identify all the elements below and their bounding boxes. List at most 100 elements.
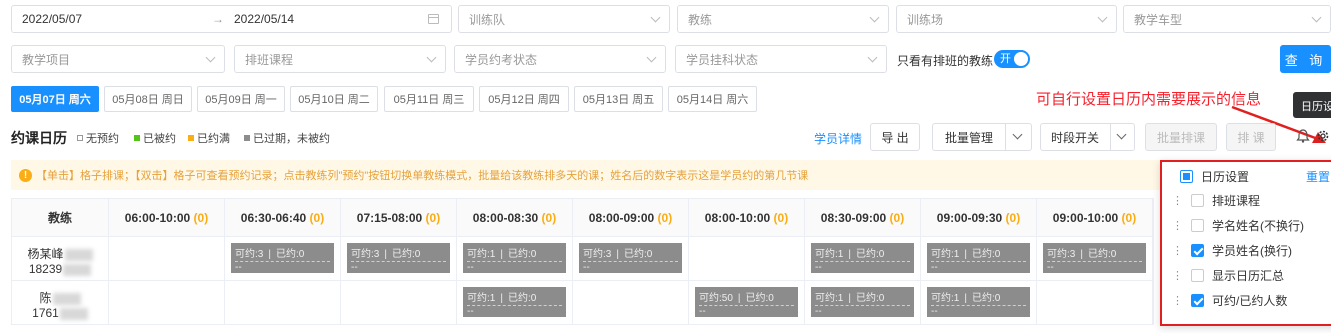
vehicle-type-select[interactable]: 教学车型 <box>1123 5 1331 33</box>
slot-block[interactable]: 可约:1 | 已约:0 -- <box>927 243 1030 273</box>
day-tab[interactable]: 05月11日 周三 <box>384 86 474 112</box>
schedule-cell[interactable] <box>1036 280 1153 325</box>
setting-checkbox[interactable] <box>1191 293 1204 307</box>
day-tab[interactable]: 05月13日 周五 <box>574 86 663 112</box>
bell-icon[interactable] <box>1296 129 1310 143</box>
schedule-cell[interactable]: 可约:1 | 已约:0 -- <box>804 280 921 325</box>
schedule-cell[interactable] <box>688 236 805 281</box>
batch-schedule-button[interactable]: 批量排课 <box>1145 123 1217 151</box>
coach-name: 杨某峰 <box>12 245 108 262</box>
day-tab[interactable]: 05月14日 周六 <box>668 86 757 112</box>
slot-booked: 已约:0 <box>855 249 885 260</box>
date-range-picker[interactable]: 2022/05/07 → 2022/05/14 <box>11 5 452 33</box>
setting-checkbox[interactable] <box>1191 268 1204 282</box>
slot-block[interactable]: 可约:3 | 已约:0 -- <box>579 243 682 273</box>
schedule-cell[interactable]: 可约:3 | 已约:0 -- <box>340 236 457 281</box>
slot-extra: -- <box>351 262 358 273</box>
schedule-cell[interactable]: 可约:1 | 已约:0 -- <box>920 236 1037 281</box>
time-count: (0) <box>541 210 557 225</box>
slot-block[interactable]: 可约:3 | 已约:0 -- <box>1043 243 1146 273</box>
schedule-cell[interactable] <box>572 280 689 325</box>
slot-available: 可约:3 <box>1047 249 1076 260</box>
time-column-header <box>1152 198 1154 237</box>
coach-cell[interactable]: 陈 1761 <box>11 280 109 325</box>
schedule-cell[interactable]: 可约:1 | 已约:0 -- <box>804 236 921 281</box>
schedule-cell[interactable]: 可约:3 | 已约:0 -- <box>572 236 689 281</box>
schedule-cell[interactable]: 可约:50 | 已约:0 -- <box>688 280 805 325</box>
exam-status-select[interactable]: 学员约考状态 <box>454 45 666 73</box>
teaching-item-select[interactable]: 教学项目 <box>11 45 225 73</box>
time-label: 08:00-09:00 <box>588 210 655 225</box>
setting-label: 排班课程 <box>1212 193 1261 208</box>
schedule-cell[interactable]: 可约:1 | 已约:0 -- <box>456 236 573 281</box>
enroll-status-select[interactable]: 学员挂科状态 <box>675 45 887 73</box>
day-tab[interactable]: 05月12日 周四 <box>479 86 569 112</box>
calendar-settings-popover: 日历设置 重置 ⋮ 排班课程 ⋮ 学名姓名(不换行) ⋮ 学员姓名(换行) ⋮ 显示日历汇总 ⋮… <box>1160 160 1331 326</box>
coach-select[interactable]: 教练 <box>677 5 889 33</box>
training-ground-select[interactable]: 训练场 <box>896 5 1117 33</box>
slot-block[interactable]: 可约:3 | 已约:0 -- <box>347 243 450 273</box>
time-column-header: 09:00-10:00 (0) <box>1036 198 1153 237</box>
select-all-checkbox[interactable] <box>1180 169 1193 183</box>
schedule-cell[interactable] <box>108 280 225 325</box>
schedule-cell[interactable]: 可约:1 | 已约:0 -- <box>456 280 573 325</box>
calendar-setting-item[interactable]: ⋮ 学名姓名(不换行) <box>1172 215 1304 235</box>
drag-handle-icon[interactable]: ⋮ <box>1172 244 1183 257</box>
batch-manage-button[interactable]: 批量管理 <box>932 123 1032 151</box>
slot-available: 可约:3 <box>351 249 380 260</box>
schedule-cell[interactable] <box>1152 280 1154 325</box>
slot-booked: 已约:0 <box>391 249 421 260</box>
export-button[interactable]: 导 出 <box>870 123 920 151</box>
setting-checkbox[interactable] <box>1191 243 1204 257</box>
schedule-course-select[interactable]: 排班课程 <box>234 45 446 73</box>
date-separator: → <box>212 12 224 26</box>
redacted-block <box>63 263 92 276</box>
calendar-setting-item[interactable]: ⋮ 可约/已约人数 <box>1172 290 1287 310</box>
schedule-button[interactable]: 排 课 <box>1226 123 1276 151</box>
query-button[interactable]: 查 询 <box>1280 45 1331 73</box>
calendar-setting-item[interactable]: ⋮ 显示日历汇总 <box>1172 265 1284 285</box>
drag-handle-icon[interactable]: ⋮ <box>1172 294 1183 307</box>
slot-block[interactable]: 可约:1 | 已约:0 -- <box>811 287 914 317</box>
slot-booked: 已约:0 <box>623 249 653 260</box>
slot-block[interactable]: 可约:1 | 已约:0 -- <box>463 287 566 317</box>
drag-handle-icon[interactable]: ⋮ <box>1172 194 1183 207</box>
training-team-select[interactable]: 训练队 <box>458 5 670 33</box>
schedule-cell[interactable]: 可约:3 | 已约:0 -- <box>224 236 341 281</box>
schedule-cell[interactable]: 可约:1 | 已约:0 -- <box>920 280 1037 325</box>
slot-divider: | <box>964 249 967 260</box>
drag-handle-icon[interactable]: ⋮ <box>1172 269 1183 282</box>
reset-link[interactable]: 重置 <box>1306 168 1330 185</box>
drag-handle-icon[interactable]: ⋮ <box>1172 219 1183 232</box>
schedule-cell[interactable] <box>340 280 457 325</box>
day-tab[interactable]: 05月07日 周六 <box>11 86 99 112</box>
legend-swatch-full <box>188 135 194 141</box>
schedule-cell[interactable]: 可约:3 | 已约:0 -- <box>1036 236 1153 281</box>
student-detail-link[interactable]: 学员详情 <box>814 130 862 147</box>
slot-block[interactable]: 可约:1 | 已约:0 -- <box>811 243 914 273</box>
time-count: (0) <box>425 210 441 225</box>
day-tab[interactable]: 05月08日 周日 <box>104 86 192 112</box>
day-tab[interactable]: 05月10日 周二 <box>290 86 378 112</box>
slot-block[interactable]: 可约:1 | 已约:0 -- <box>463 243 566 273</box>
coach-row: 陈 1761 可约:1 | 已约:0 -- 可约:50 | 已约:0 -- 可约:1 | 已约:0 -- 可… <box>11 280 1154 325</box>
slot-available: 可约:1 <box>931 249 960 260</box>
schedule-course-placeholder: 排班课程 <box>245 52 294 67</box>
setting-checkbox[interactable] <box>1191 193 1204 207</box>
day-tab[interactable]: 05月09日 周一 <box>197 86 285 112</box>
setting-checkbox[interactable] <box>1191 218 1204 232</box>
slot-block[interactable]: 可约:1 | 已约:0 -- <box>927 287 1030 317</box>
slot-counts: 可约:1 | 已约:0 <box>467 289 562 306</box>
schedule-cell[interactable] <box>108 236 225 281</box>
calendar-setting-item[interactable]: ⋮ 学员姓名(换行) <box>1172 240 1292 260</box>
schedule-cell[interactable] <box>224 280 341 325</box>
coach-cell[interactable]: 杨某峰 18239 <box>11 236 109 281</box>
slot-divider: | <box>964 293 967 304</box>
slot-block[interactable]: 可约:50 | 已约:0 -- <box>695 287 798 317</box>
only-scheduled-toggle[interactable]: 开 <box>994 50 1030 68</box>
schedule-cell[interactable] <box>1152 236 1154 281</box>
gear-icon[interactable] <box>1316 129 1330 143</box>
period-switch-button[interactable]: 时段开关 <box>1040 123 1135 151</box>
slot-block[interactable]: 可约:3 | 已约:0 -- <box>231 243 334 273</box>
calendar-setting-item[interactable]: ⋮ 排班课程 <box>1172 190 1260 210</box>
